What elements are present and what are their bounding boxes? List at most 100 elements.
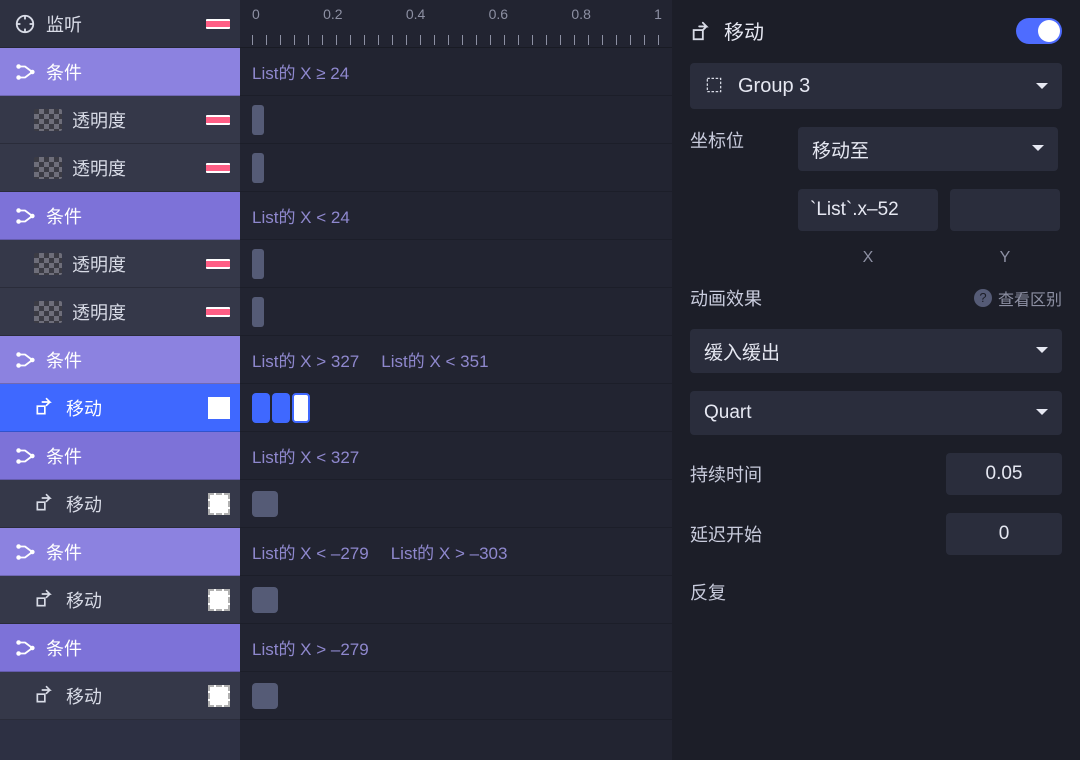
sidebar-item-label: 条件 <box>46 539 82 565</box>
sidebar-opacity-3[interactable]: 透明度 <box>0 240 240 288</box>
ruler-tick-5: 1 <box>654 6 662 22</box>
layer-tree: 监听 条件 透明度 透明度 条件 透明度 透明度 条件 移动 条件 移动 条件 … <box>0 0 240 760</box>
status-bar <box>206 307 230 317</box>
keyframe-handle[interactable] <box>252 491 278 517</box>
keyframe-handle[interactable] <box>252 683 278 709</box>
delay-row: 延迟开始 0 <box>690 513 1062 555</box>
keyframe-handle[interactable] <box>252 249 264 279</box>
anim-hint-link[interactable]: 查看区别 <box>974 286 1062 310</box>
inspector-title: 移动 <box>724 16 764 45</box>
sidebar-header-label: 监听 <box>46 11 82 37</box>
keyframe-handle[interactable] <box>252 153 264 183</box>
tl-cond-5[interactable]: List的 X < –279 List的 X > –303 <box>240 528 672 576</box>
sidebar-header[interactable]: 监听 <box>0 0 240 48</box>
branch-icon <box>14 61 36 83</box>
inspector-header: 移动 <box>690 16 1062 45</box>
move-icon <box>34 397 56 419</box>
sidebar-item-label: 透明度 <box>72 299 126 325</box>
delay-input[interactable]: 0 <box>946 513 1062 555</box>
condition-text: List的 X < 24 <box>252 203 350 228</box>
sidebar-cond-2[interactable]: 条件 <box>0 192 240 240</box>
ruler-tick-2: 0.4 <box>406 6 425 22</box>
keyframe-handle[interactable] <box>252 105 264 135</box>
move-icon <box>34 493 56 515</box>
keyframe-handle[interactable] <box>252 587 278 613</box>
tl-cond-2[interactable]: List的 X < 24 <box>240 192 672 240</box>
tl-handle-6[interactable] <box>240 480 672 528</box>
sidebar-item-label: 移动 <box>66 683 102 709</box>
sidebar-item-label: 透明度 <box>72 251 126 277</box>
duration-input[interactable]: 0.05 <box>946 453 1062 495</box>
keyframe-range[interactable] <box>252 393 310 423</box>
group-icon <box>704 75 726 97</box>
tl-cond-4[interactable]: List的 X < 327 <box>240 432 672 480</box>
coord-label: 坐标位 <box>690 127 786 153</box>
target-select-value: Group 3 <box>738 75 810 98</box>
easing-select[interactable]: 缓入缓出 <box>690 329 1062 373</box>
tl-cond-1[interactable]: List的 X ≥ 24 <box>240 48 672 96</box>
sidebar-cond-1[interactable]: 条件 <box>0 48 240 96</box>
sidebar-item-label: 透明度 <box>72 107 126 133</box>
curve-select[interactable]: Quart <box>690 391 1062 435</box>
repeat-row: 反复 <box>690 579 1062 605</box>
coord-mode-value: 移动至 <box>812 136 869 163</box>
sidebar-opacity-4[interactable]: 透明度 <box>0 288 240 336</box>
tl-handle-2[interactable] <box>240 144 672 192</box>
target-select[interactable]: Group 3 <box>690 63 1062 109</box>
coord-mode-select[interactable]: 移动至 <box>798 127 1058 171</box>
condition-text: List的 X < 327 <box>252 443 359 468</box>
sidebar-item-label: 条件 <box>46 443 82 469</box>
sidebar-item-label: 条件 <box>46 203 82 229</box>
sidebar-cond-3[interactable]: 条件 <box>0 336 240 384</box>
checker-icon <box>34 253 62 275</box>
status-marker <box>208 493 230 515</box>
condition-text: List的 X < –279 <box>252 539 369 564</box>
sidebar-opacity-1[interactable]: 透明度 <box>0 96 240 144</box>
condition-text: List的 X > –279 <box>252 635 369 660</box>
y-input[interactable] <box>950 189 1060 231</box>
sidebar-cond-6[interactable]: 条件 <box>0 624 240 672</box>
status-marker <box>208 397 230 419</box>
condition-text: List的 X ≥ 24 <box>252 59 349 84</box>
sidebar-move-3[interactable]: 移动 <box>0 576 240 624</box>
sidebar-move-4[interactable]: 移动 <box>0 672 240 720</box>
checker-icon <box>34 157 62 179</box>
sidebar-move-2[interactable]: 移动 <box>0 480 240 528</box>
condition-text: List的 X > 327 <box>252 347 359 372</box>
status-marker <box>208 685 230 707</box>
chevron-down-icon <box>1036 340 1048 362</box>
enable-toggle[interactable] <box>1016 18 1062 44</box>
tl-cond-6[interactable]: List的 X > –279 <box>240 624 672 672</box>
timeline-ruler[interactable]: 0 0.2 0.4 0.6 0.8 1 <box>240 0 672 48</box>
tl-handle-7[interactable] <box>240 576 672 624</box>
sidebar-item-label: 条件 <box>46 59 82 85</box>
tl-cond-3[interactable]: List的 X > 327List的 X < 351 <box>240 336 672 384</box>
tl-handle-5[interactable] <box>240 384 672 432</box>
easing-value: 缓入缓出 <box>704 338 780 365</box>
tl-handle-1[interactable] <box>240 96 672 144</box>
inspector-panel: 移动 Group 3 坐标位 移动至 `List`.x–52 <box>672 0 1080 760</box>
sidebar-cond-4[interactable]: 条件 <box>0 432 240 480</box>
status-marker <box>208 589 230 611</box>
tl-handle-4[interactable] <box>240 288 672 336</box>
ruler-tick-1: 0.2 <box>323 6 342 22</box>
sidebar-opacity-2[interactable]: 透明度 <box>0 144 240 192</box>
sidebar-item-label: 移动 <box>66 395 102 421</box>
x-input[interactable]: `List`.x–52 <box>798 189 938 231</box>
status-bar <box>206 259 230 269</box>
sidebar-move-1[interactable]: 移动 <box>0 384 240 432</box>
tl-handle-8[interactable] <box>240 672 672 720</box>
sidebar-item-label: 移动 <box>66 491 102 517</box>
chevron-down-icon <box>1036 75 1048 98</box>
tl-handle-3[interactable] <box>240 240 672 288</box>
header-status-bar <box>206 19 230 29</box>
trigger-icon <box>14 13 36 35</box>
sidebar-cond-5[interactable]: 条件 <box>0 528 240 576</box>
sidebar-item-label: 条件 <box>46 347 82 373</box>
ruler-tick-4: 0.8 <box>571 6 590 22</box>
condition-text: List的 X > –303 <box>391 539 508 564</box>
keyframe-handle[interactable] <box>252 297 264 327</box>
duration-row: 持续时间 0.05 <box>690 453 1062 495</box>
help-icon <box>974 289 992 308</box>
sidebar-item-label: 透明度 <box>72 155 126 181</box>
